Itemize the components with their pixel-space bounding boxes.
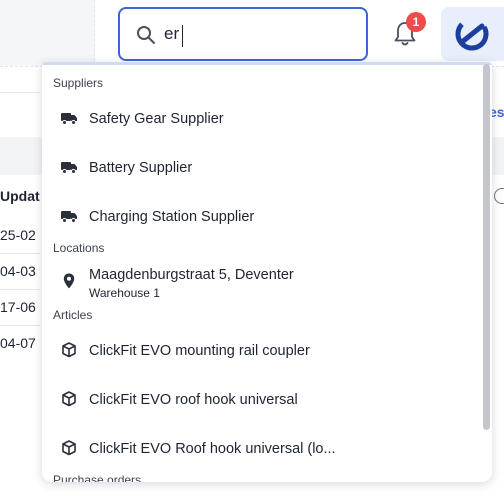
result-item-label: Maagdenburgstraat 5, Deventer [89, 267, 294, 283]
result-item-article[interactable]: ClickFit EVO Roof hook universal (lo... [42, 429, 482, 469]
result-item-label: Battery Supplier [89, 160, 193, 176]
result-item-article[interactable]: ClickFit EVO roof hook universal [42, 380, 482, 420]
background-table-cell: 04-07 [0, 335, 36, 351]
search-icon [137, 26, 155, 44]
result-item-supplier[interactable]: Safety Gear Supplier [42, 99, 482, 139]
info-icon[interactable] [494, 188, 504, 204]
result-item-label: Safety Gear Supplier [89, 111, 224, 127]
search-box[interactable] [118, 7, 368, 61]
background-table-cell: 04-03 [0, 263, 36, 279]
truck-icon [61, 113, 77, 125]
brand-logo-icon [455, 17, 489, 51]
topbar-left-pane [0, 0, 95, 66]
result-item-label: Charging Station Supplier [89, 209, 255, 225]
background-divider [0, 92, 40, 93]
result-item-location[interactable]: Maagdenburgstraat 5, Deventer Warehouse … [42, 260, 482, 306]
section-label-articles: Articles [53, 308, 93, 322]
result-item-sublabel: Warehouse 1 [89, 286, 160, 300]
result-item-supplier[interactable]: Charging Station Supplier [42, 197, 482, 237]
truck-icon [61, 162, 77, 174]
search-results-dropdown: Suppliers Safety Gear Supplier Battery S… [42, 62, 492, 482]
search-input[interactable] [164, 19, 354, 49]
box-icon [62, 342, 76, 358]
top-bar: 1 [0, 0, 504, 66]
background-table-cell: 17-06 [0, 299, 36, 315]
result-item-label: ClickFit EVO roof hook universal [89, 392, 298, 408]
dropdown-accent-bar [42, 62, 492, 65]
section-label-purchase-orders: Purchase orders [53, 473, 142, 482]
box-icon [62, 440, 76, 456]
background-row-divider [0, 253, 40, 254]
app-logo-button[interactable] [441, 7, 504, 61]
background-row-divider [0, 325, 40, 326]
dropdown-scrollbar[interactable] [483, 64, 490, 430]
box-icon [62, 391, 76, 407]
result-item-label: ClickFit EVO Roof hook universal (lo... [89, 441, 336, 457]
background-table-cell: 25-02 [0, 227, 36, 243]
notification-badge: 1 [406, 12, 426, 32]
result-item-label: ClickFit EVO mounting rail coupler [89, 343, 310, 359]
section-label-locations: Locations [53, 241, 105, 255]
text-cursor [182, 25, 183, 47]
background-column-header: Updat [0, 188, 40, 204]
result-item-supplier[interactable]: Battery Supplier [42, 148, 482, 188]
result-item-article[interactable]: ClickFit EVO mounting rail coupler [42, 331, 482, 371]
section-label-suppliers: Suppliers [53, 76, 104, 90]
truck-icon [61, 211, 77, 223]
location-pin-icon [63, 273, 75, 289]
background-row-divider [0, 289, 40, 290]
